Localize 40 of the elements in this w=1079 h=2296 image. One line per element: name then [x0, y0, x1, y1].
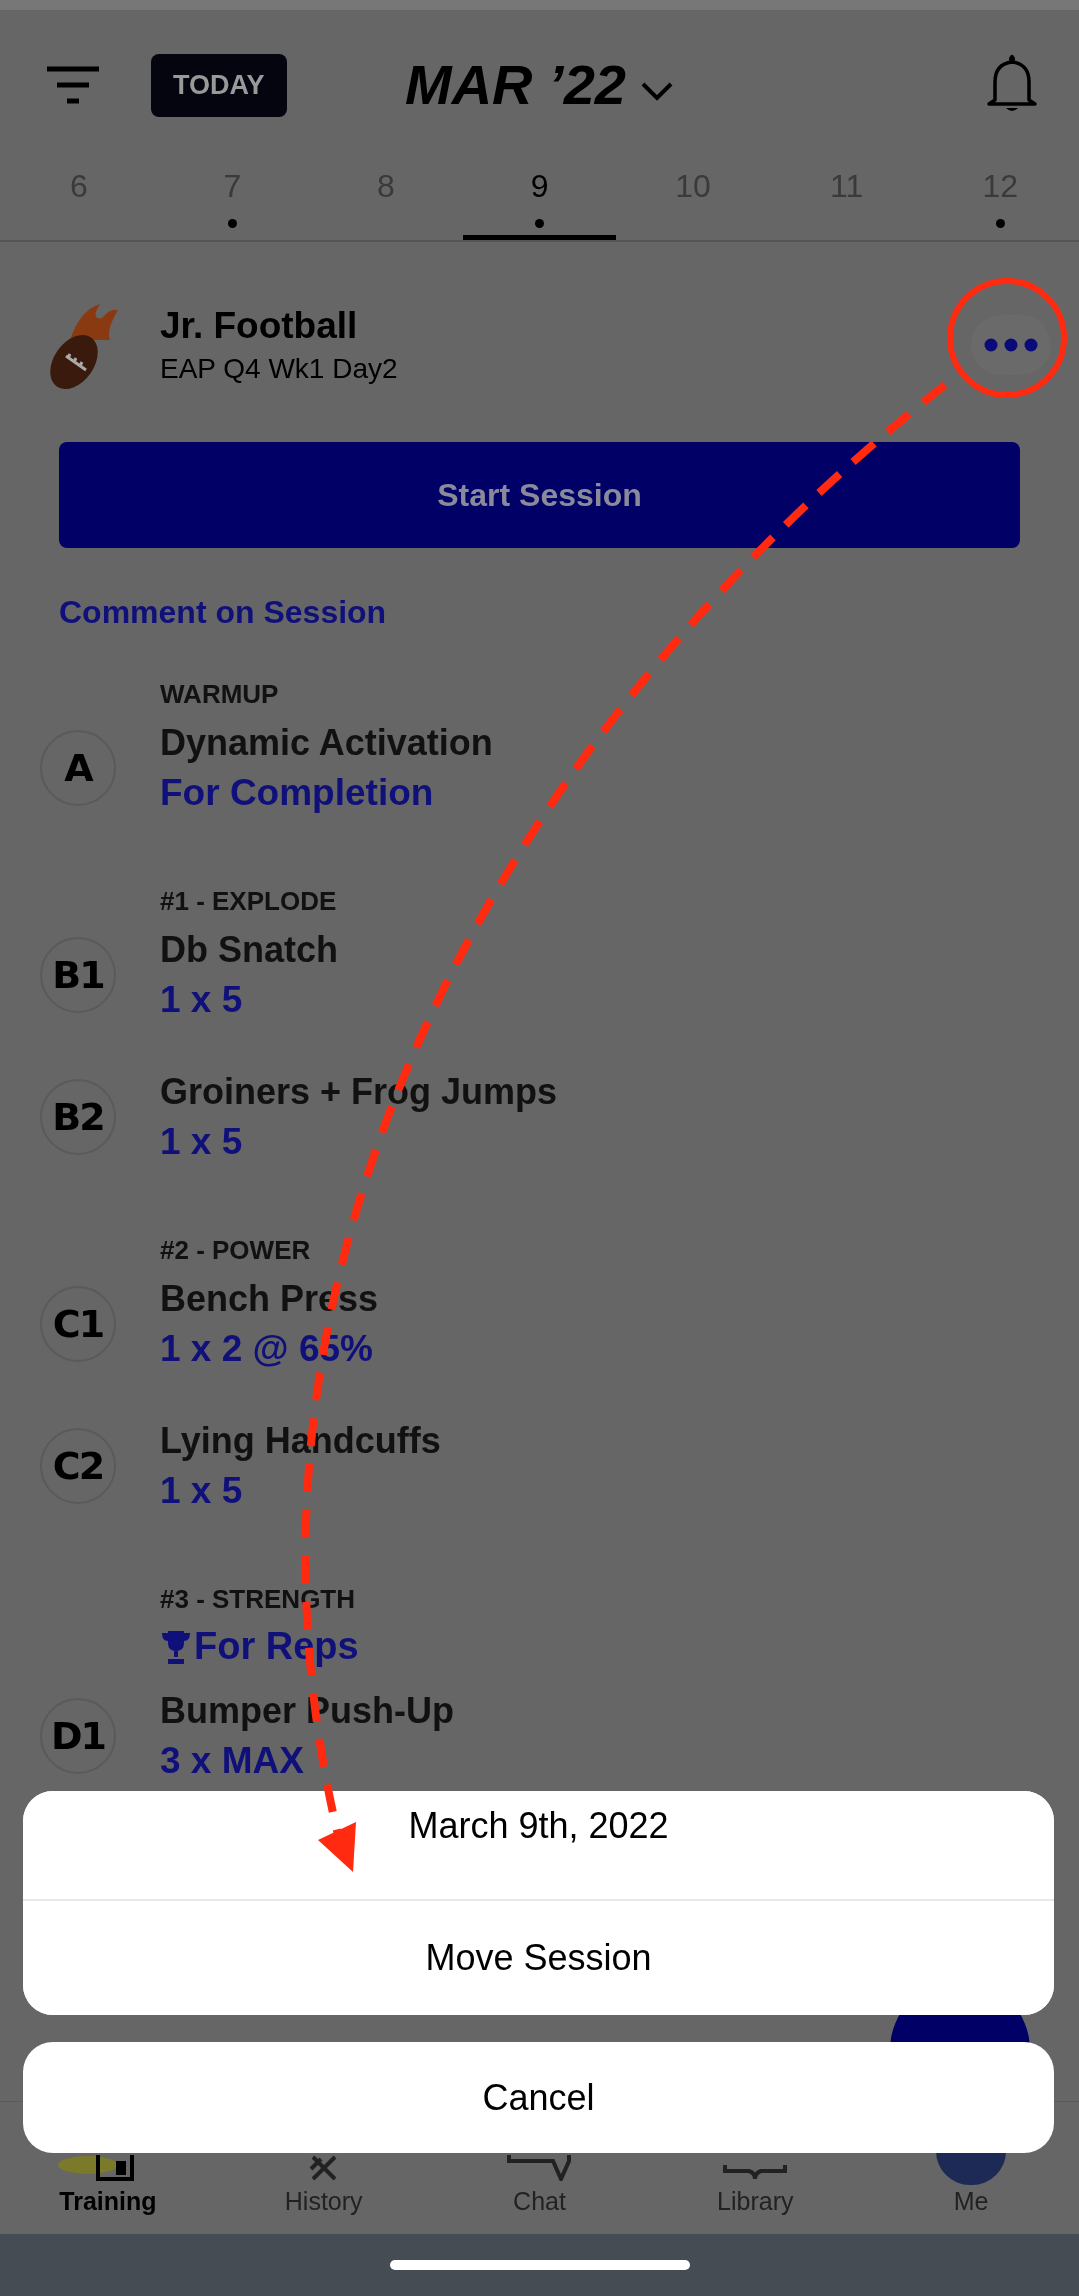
exercise-badge: C2: [40, 1428, 116, 1504]
session-subtitle: EAP Q4 Wk1 Day2: [160, 353, 398, 385]
start-session-button[interactable]: Start Session: [59, 442, 1020, 548]
exercise-badge: A: [40, 730, 116, 806]
scoring-label: For Reps: [194, 1625, 359, 1668]
chat-icon: [507, 2155, 572, 2181]
exercise-prescription: For Completion: [160, 772, 435, 814]
section-heading: WARMUP: [160, 679, 280, 710]
tab-bar-item[interactable]: Library: [711, 2155, 800, 2216]
exercise-prescription: 1 x 5: [160, 1121, 244, 1163]
session-title: Jr. Football: [160, 305, 359, 347]
comment-link[interactable]: Comment on Session: [59, 594, 387, 631]
ellipsis-icon: [984, 338, 1038, 352]
book-icon: [723, 2165, 788, 2181]
exercise-badge: B2: [40, 1079, 116, 1155]
section-heading: #3 - STRENGTH: [160, 1584, 357, 1615]
exercise-badge: B1: [40, 937, 116, 1013]
date-tab[interactable]: 9: [462, 160, 617, 240]
exercise-name[interactable]: Lying Handcuffs: [160, 1420, 441, 1462]
exercise-name[interactable]: Dynamic Activation: [160, 722, 493, 764]
tab-bar-item[interactable]: Me: [930, 2151, 1013, 2216]
exercise-name[interactable]: Groiners + Frog Jumps: [160, 1071, 558, 1113]
exercise-badge: D1: [40, 1698, 116, 1774]
exercise-prescription: 1 x 5: [160, 1470, 244, 1512]
section-heading: #1 - EXPLODE: [160, 886, 338, 917]
trophy-icon: [160, 1628, 192, 1665]
today-button[interactable]: TODAY: [151, 53, 287, 117]
tab-bar-item[interactable]: Training: [51, 2155, 164, 2216]
more-button[interactable]: [971, 315, 1051, 375]
month-title[interactable]: MAR ’22: [405, 52, 626, 117]
cancel-button[interactable]: Cancel: [23, 2042, 1054, 2153]
exercise-prescription: 3 x MAX: [160, 1740, 305, 1782]
exercise-badge: C1: [40, 1286, 116, 1362]
exercise-prescription: 1 x 5: [160, 979, 244, 1021]
tab-bar-item[interactable]: History: [278, 2155, 369, 2216]
tab-bar-item[interactable]: Chat: [501, 2155, 578, 2216]
section-heading: #2 - POWER: [160, 1235, 312, 1266]
filter-icon[interactable]: [45, 65, 101, 105]
action-sheet-option[interactable]: March 9th, 2022: [23, 1791, 1054, 1901]
exercise-name[interactable]: Db Snatch: [160, 929, 338, 971]
